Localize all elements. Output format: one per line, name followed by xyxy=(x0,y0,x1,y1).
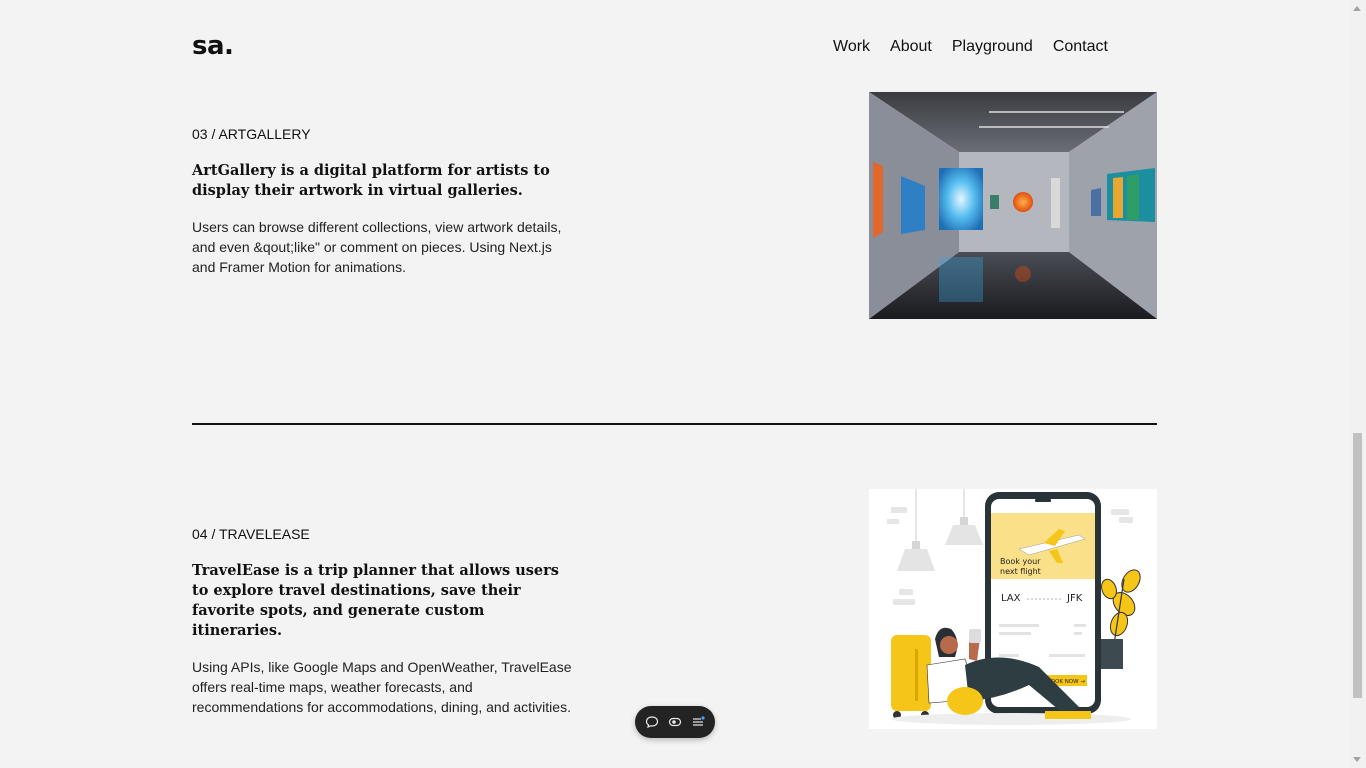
illustration-heading-line1: Book your xyxy=(1000,557,1041,566)
project-description: Users can browse different collections, … xyxy=(192,219,562,275)
scroll-up-icon[interactable] xyxy=(1353,6,1361,11)
menu-icon[interactable] xyxy=(689,713,707,731)
scroll-down-icon[interactable] xyxy=(1353,757,1361,762)
gallery-image[interactable] xyxy=(869,92,1157,319)
travel-illustration[interactable]: Book your next flight LAX JFK BOOK NOW → xyxy=(869,489,1157,729)
illustration-from: LAX xyxy=(1001,593,1021,604)
floating-toolbar xyxy=(635,706,715,738)
main-nav: Work About Playground Contact xyxy=(833,37,1128,57)
project-card-artgallery: 03 / ARTGALLERY ArtGallery is a digital … xyxy=(192,92,1157,319)
project-card-travelease: 04 / TRAVELEASE TravelEase is a trip pla… xyxy=(192,489,1157,729)
comment-icon[interactable] xyxy=(643,713,661,731)
project-title: ArtGallery is a digital platform for art… xyxy=(192,162,550,199)
nav-link-contact[interactable]: Contact xyxy=(1053,37,1108,57)
section-divider xyxy=(192,423,1157,425)
eye-icon[interactable] xyxy=(666,713,684,731)
site-logo[interactable]: sa. xyxy=(192,31,234,61)
page: sa. Work About Playground Contact 03 / A… xyxy=(0,0,1366,768)
illustration-heading-line2: next flight xyxy=(1000,567,1041,576)
project-description: Using APIs, like Google Maps and OpenWea… xyxy=(192,659,572,715)
project-title: TravelEase is a trip planner that allows… xyxy=(192,562,559,639)
illustration-to: JFK xyxy=(1066,593,1083,604)
nav-link-work[interactable]: Work xyxy=(833,37,870,57)
page-scrollbar[interactable] xyxy=(1349,0,1366,768)
nav-link-about[interactable]: About xyxy=(890,37,932,57)
nav-link-playground[interactable]: Playground xyxy=(952,37,1033,57)
scroll-thumb[interactable] xyxy=(1353,433,1362,698)
